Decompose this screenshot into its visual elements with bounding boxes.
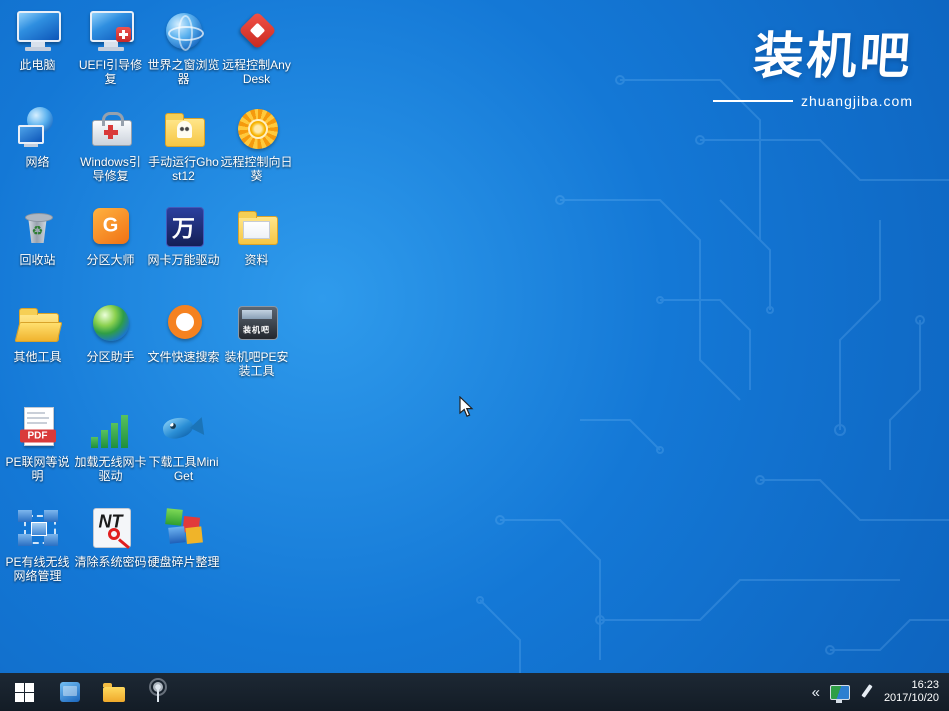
other-tools-icon <box>14 301 62 347</box>
desktop-icon-network[interactable]: 网络 <box>1 102 74 200</box>
pe-network-guide-icon: PDF <box>14 406 62 452</box>
brand-title: 装机吧 <box>710 16 915 88</box>
desktop-icon-label: UEFI引导修复 <box>75 58 147 86</box>
desktop-icon-label: 下载工具MiniGet <box>148 455 220 483</box>
clock-date: 2017/10/20 <box>884 692 939 705</box>
taskbar-clock[interactable]: 16:23 2017/10/20 <box>884 679 939 705</box>
desktop-icon-wireless-driver-loader[interactable]: 加载无线网卡驱动 <box>74 402 147 502</box>
desktop-icon-sunflower-remote[interactable]: 远程控制向日葵 <box>220 102 293 200</box>
desktop-icon-diskgenius[interactable]: G 分区大师 <box>74 200 147 297</box>
desktop-icon-label: 加载无线网卡驱动 <box>75 455 147 483</box>
display-tray-icon[interactable] <box>830 685 850 700</box>
desktop-icon-label: 分区助手 <box>86 350 134 364</box>
lan-driver-pack-icon: 万 <box>160 204 208 250</box>
desktop-icon-pe-network-manager[interactable]: PE有线无线网络管理 <box>1 502 74 604</box>
desktop-icon-recycle-bin[interactable]: ♻ 回收站 <box>1 200 74 297</box>
desktop-icon-label: 资料 <box>244 253 268 267</box>
brand-rule <box>713 100 793 102</box>
miniget-downloader-icon <box>160 406 208 452</box>
lan-driver-pack-icon-glyph: 万 <box>160 209 208 243</box>
diskgenius-icon-glyph: G <box>87 215 135 238</box>
desktop-icon-label: Windows引导修复 <box>75 155 147 183</box>
desktop-icon-label: 手动运行Ghost12 <box>148 155 220 183</box>
desktop-icon-label: 世界之窗浏览器 <box>148 58 220 86</box>
documents-icon <box>233 204 281 250</box>
recycle-bin-icon: ♻ <box>14 204 62 250</box>
recycle-bin-icon-glyph: ♻ <box>14 223 62 239</box>
desktop-icon-zhuangjiba-pe-installer[interactable]: 装机吧装机吧PE安装工具 <box>220 297 293 402</box>
brand-logo: 装机吧 zhuangjiba.com <box>713 16 913 109</box>
ghost12-icon <box>160 106 208 152</box>
clock-time: 16:23 <box>884 679 939 692</box>
desktop-icon-file-search[interactable]: 文件快速搜索 <box>147 297 220 402</box>
desktop-icon-label: 网卡万能驱动 <box>148 253 220 267</box>
tray-expand-chevron-icon[interactable]: « <box>812 685 820 700</box>
sunflower-remote-icon <box>233 106 281 152</box>
desktop-icon-label: 清除系统密码 <box>75 555 147 569</box>
windows-logo-icon <box>15 683 34 702</box>
disk-defrag-icon <box>160 506 208 552</box>
diskgenius-icon: G <box>87 204 135 250</box>
taskbar-file-explorer-button[interactable] <box>92 673 136 711</box>
desktop-icon-label: 此电脑 <box>19 58 55 72</box>
desktop-icon-anydesk-remote[interactable]: 远程控制AnyDesk <box>220 5 293 102</box>
desktop-icon-documents[interactable]: 资料 <box>220 200 293 297</box>
desktop-icon-label: 分区大师 <box>86 253 134 267</box>
desktop-icon-pe-network-guide[interactable]: PDF PE联网等说明 <box>1 402 74 502</box>
desktop-icon-miniget-downloader[interactable]: 下载工具MiniGet <box>147 402 220 502</box>
taskbar: « 16:23 2017/10/20 <box>0 673 949 711</box>
desktop-icon-grid: 此电脑 UEFI引导修复世界之窗浏览器远程控制AnyDesk 网络 Windows引导… <box>1 5 293 604</box>
desktop-icon-this-pc[interactable]: 此电脑 <box>1 5 74 102</box>
taskbar-network-tool-button[interactable] <box>136 673 180 711</box>
app-window-icon <box>60 682 80 702</box>
desktop-icon-ghost12[interactable]: 手动运行Ghost12 <box>147 102 220 200</box>
uefi-boot-repair-icon <box>87 9 135 55</box>
desktop-icon-label: PE有线无线网络管理 <box>2 555 74 583</box>
desktop-icon-lan-driver-pack[interactable]: 万网卡万能驱动 <box>147 200 220 297</box>
taskbar-app-window-button[interactable] <box>48 673 92 711</box>
mouse-cursor <box>459 396 475 418</box>
stylus-tray-icon[interactable] <box>860 683 874 701</box>
desktop: 装机吧 zhuangjiba.com 此电脑UEFI引导修复世界之窗浏览器远程控… <box>0 0 949 711</box>
zhuangjiba-pe-installer-icon-glyph: 装机吧 <box>233 324 281 335</box>
desktop-icon-label: 远程控制向日葵 <box>221 155 293 183</box>
clear-password-icon: NT <box>87 506 135 552</box>
anydesk-remote-icon <box>233 9 281 55</box>
partition-assistant-icon <box>87 301 135 347</box>
desktop-icon-label: PE联网等说明 <box>2 455 74 483</box>
wireless-antenna-icon <box>146 681 170 703</box>
zhuangjiba-pe-installer-icon: 装机吧 <box>233 301 281 347</box>
desktop-icon-disk-defrag[interactable]: 硬盘碎片整理 <box>147 502 220 604</box>
this-pc-icon <box>14 9 62 55</box>
world-window-browser-icon <box>160 9 208 55</box>
brand-subtitle: zhuangjiba.com <box>801 93 913 109</box>
desktop-icon-other-tools[interactable]: 其他工具 <box>1 297 74 402</box>
folder-icon <box>103 687 125 702</box>
desktop-icon-uefi-boot-repair[interactable]: UEFI引导修复 <box>74 5 147 102</box>
file-search-icon <box>160 301 208 347</box>
desktop-icon-label: 其他工具 <box>13 350 61 364</box>
start-button[interactable] <box>0 673 48 711</box>
network-icon <box>14 106 62 152</box>
wireless-driver-loader-icon <box>87 406 135 452</box>
pe-network-manager-icon <box>14 506 62 552</box>
desktop-icon-world-window-browser[interactable]: 世界之窗浏览器 <box>147 5 220 102</box>
desktop-icon-label: 远程控制AnyDesk <box>221 58 293 86</box>
desktop-icon-clear-password[interactable]: NT 清除系统密码 <box>74 502 147 604</box>
desktop-icon-label: 回收站 <box>19 253 55 267</box>
pe-network-guide-icon-glyph: PDF <box>20 430 56 443</box>
desktop-icon-label: 网络 <box>25 155 49 169</box>
desktop-icon-label: 装机吧PE安装工具 <box>221 350 293 378</box>
desktop-icon-windows-boot-repair[interactable]: Windows引导修复 <box>74 102 147 200</box>
desktop-icon-label: 硬盘碎片整理 <box>148 555 220 569</box>
windows-boot-repair-icon <box>87 106 135 152</box>
desktop-icon-label: 文件快速搜索 <box>148 350 220 364</box>
desktop-icon-partition-assistant[interactable]: 分区助手 <box>74 297 147 402</box>
